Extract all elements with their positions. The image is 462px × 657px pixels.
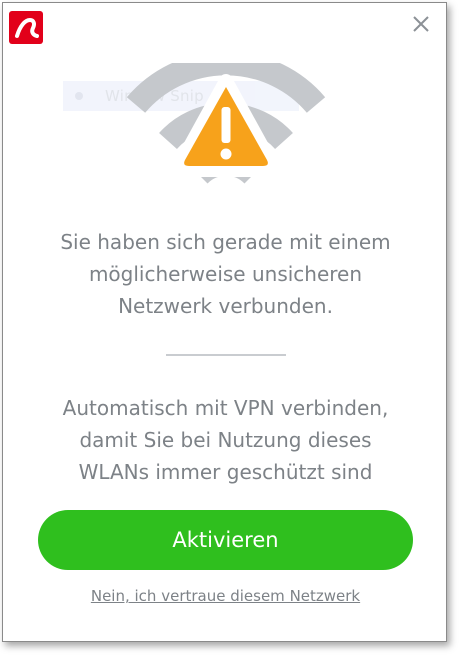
prompt-line: damit Sie bei Nutzung dieses — [79, 428, 372, 452]
prompt-line: Automatisch mit VPN verbinden, — [62, 396, 389, 420]
wifi-alert-window: Window Snip Sie haben sich gerade mit ei… — [2, 2, 447, 642]
wifi-warning-icon — [121, 51, 331, 213]
prompt-line: WLANs immer geschützt sind — [78, 460, 373, 484]
activate-button[interactable]: Aktivieren — [38, 510, 413, 570]
trust-network-link[interactable]: Nein, ich vertraue diesem Netzwerk — [23, 587, 428, 605]
unsafe-network-message: Sie haben sich gerade mit einem mögliche… — [23, 226, 428, 322]
message-line: Netzwerk verbunden. — [118, 294, 333, 318]
vpn-prompt-text: Automatisch mit VPN verbinden, damit Sie… — [23, 392, 428, 488]
close-button[interactable] — [410, 13, 432, 35]
message-line: Sie haben sich gerade mit einem — [60, 230, 391, 254]
close-icon — [413, 16, 429, 32]
snip-dot-icon — [75, 92, 83, 100]
divider — [166, 354, 286, 356]
avira-logo-icon — [9, 11, 43, 44]
message-line: möglicherweise unsicheren — [88, 262, 363, 286]
